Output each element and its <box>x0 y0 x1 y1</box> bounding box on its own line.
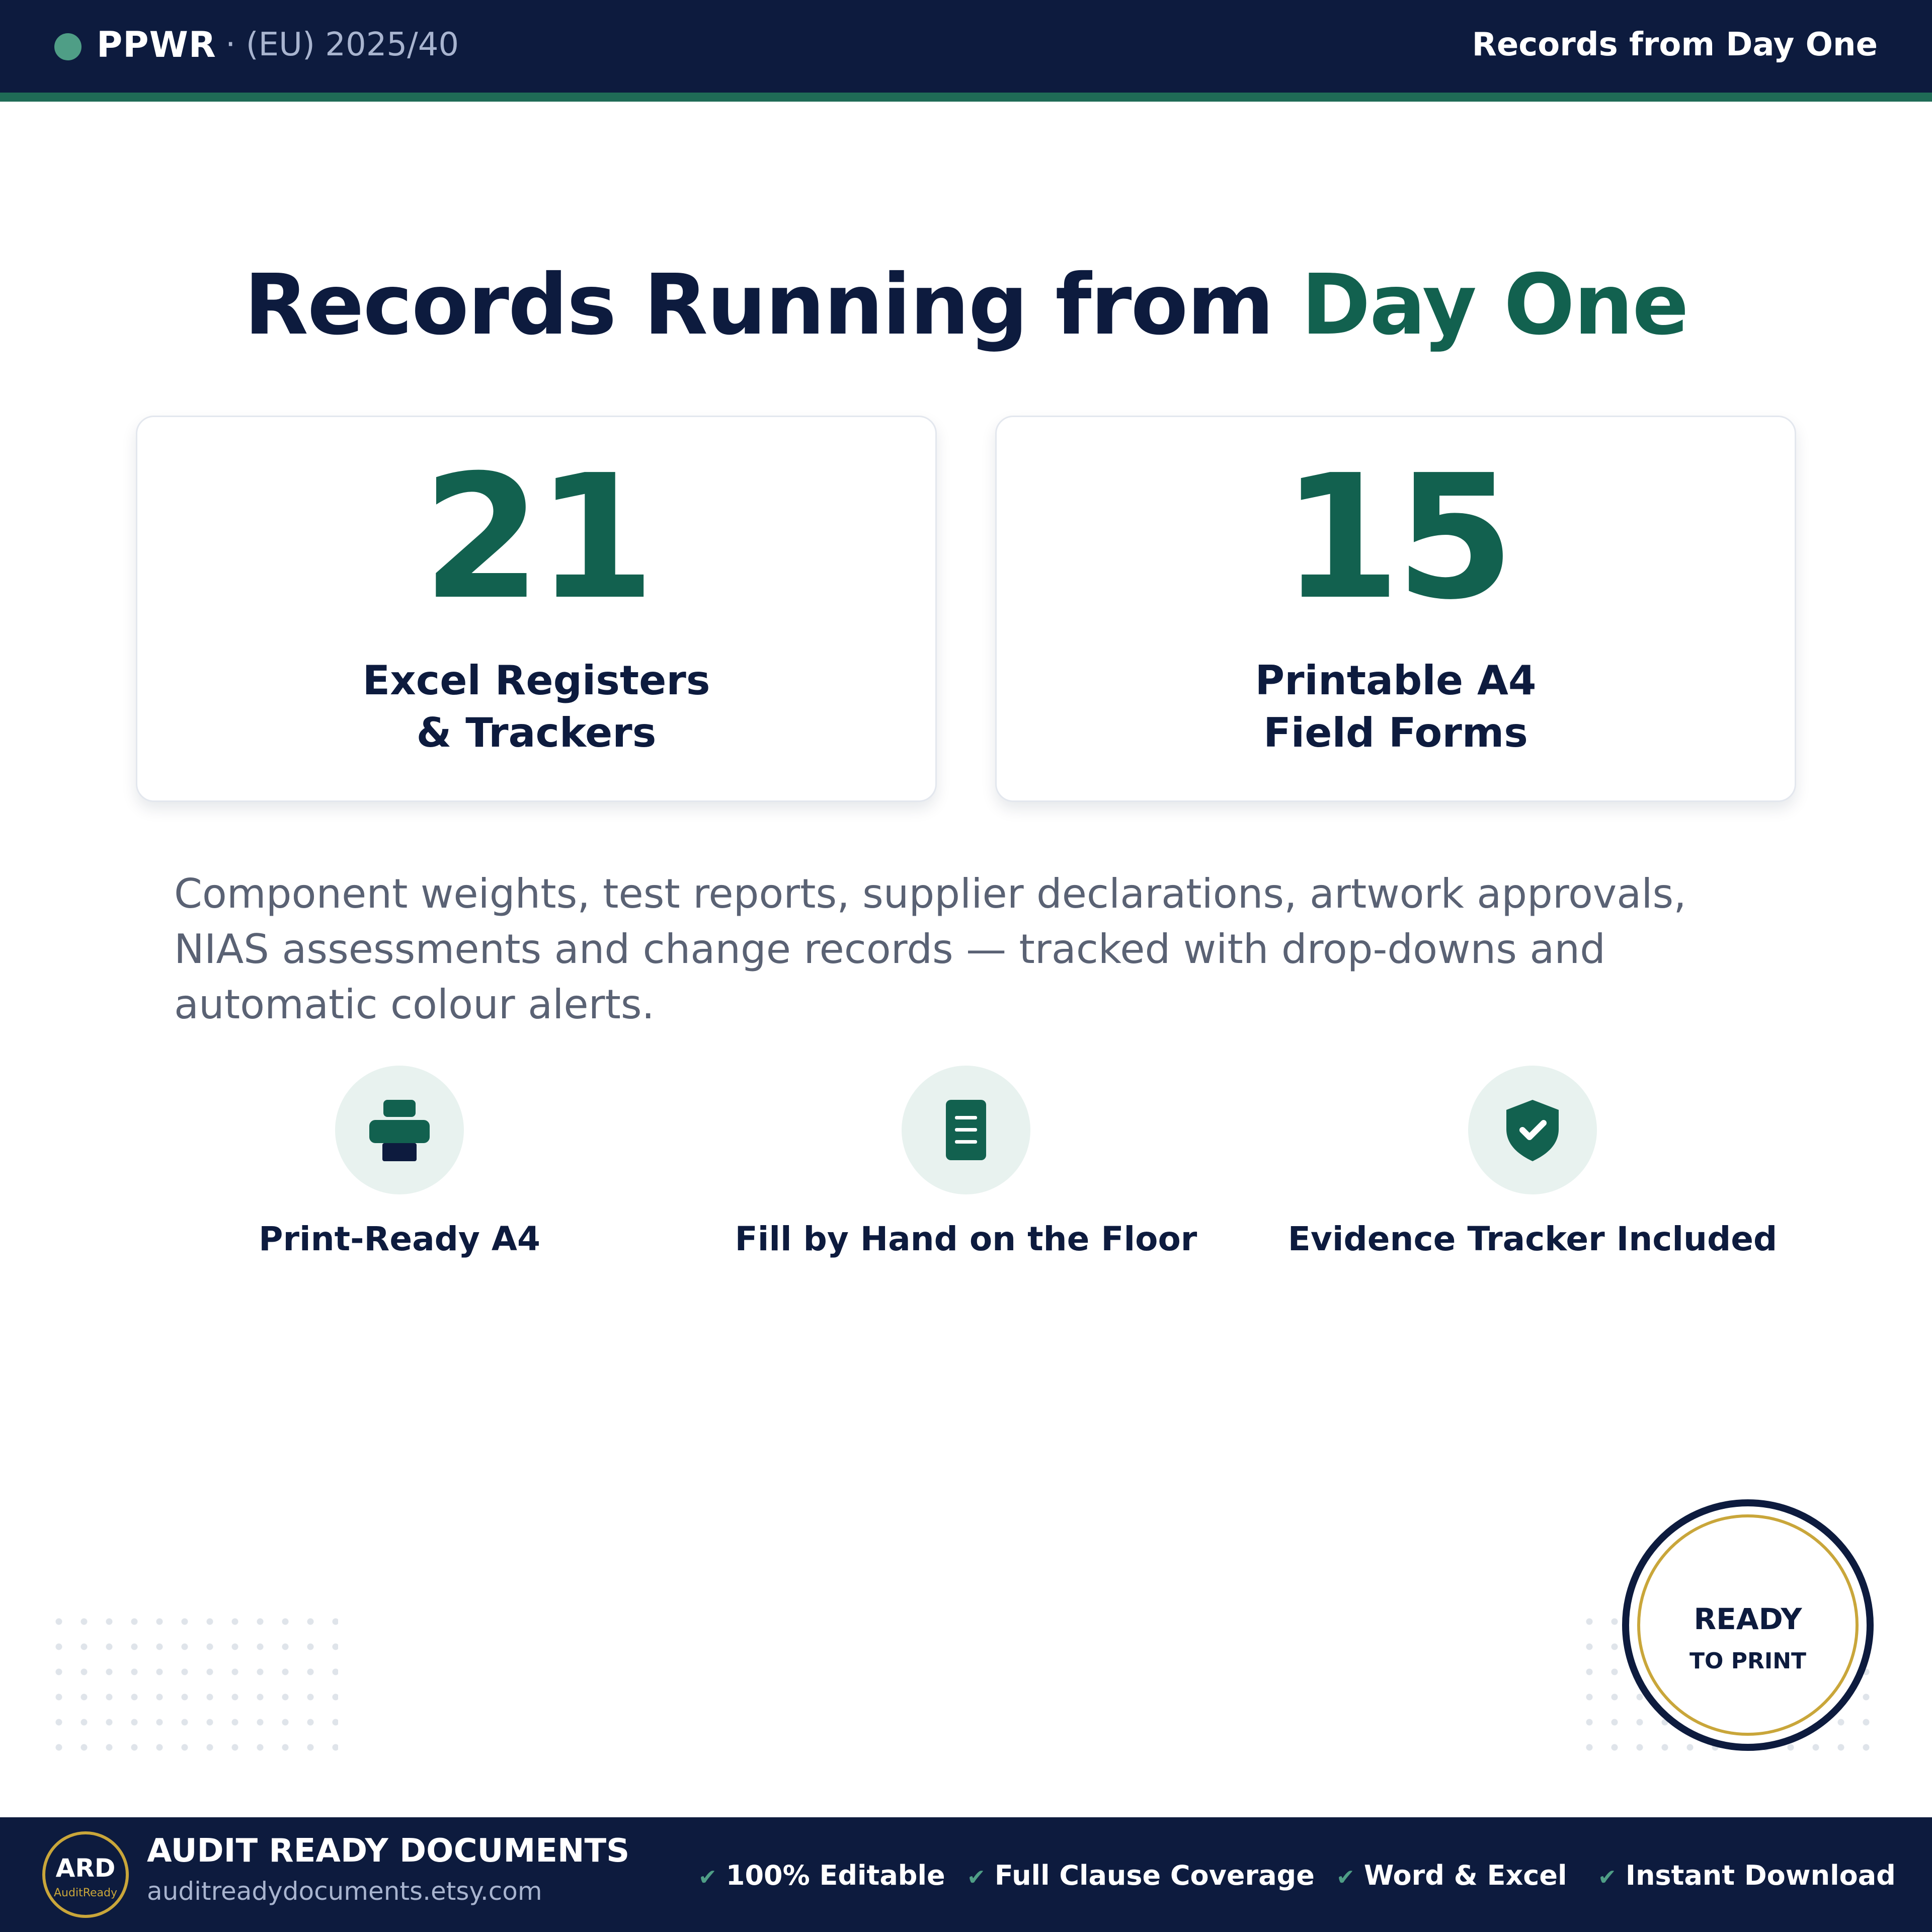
top-header-bar: PPWR · (EU) 2025/40 Records from Day One <box>0 0 1932 93</box>
feature-label: Evidence Tracker Included <box>1287 1220 1778 1258</box>
logo-subtext: AuditReady <box>54 1887 117 1899</box>
description-text: Component weights, test reports, supplie… <box>174 870 1686 1028</box>
page-headline: Records Running from Day One <box>0 257 1932 354</box>
feature-label: Print-Ready A4 <box>259 1220 540 1258</box>
check-icon: ✔ <box>967 1865 986 1890</box>
header-tagline: Records from Day One <box>1472 26 1878 63</box>
logo-initials: ARD <box>55 1854 116 1883</box>
headline-main: Records Running from <box>244 257 1302 354</box>
feature-chip: ✔ Full Clause Coverage <box>967 1860 1315 1891</box>
badge-line1: READY <box>1694 1602 1802 1636</box>
brand-dot <box>54 33 82 60</box>
stat-label: Excel Registers & Trackers <box>137 655 935 759</box>
check-icon: ✔ <box>698 1865 717 1890</box>
stat-label-line1: Printable A4 <box>1255 657 1537 704</box>
printer-icon <box>335 1066 464 1194</box>
chip-label: 100% Editable <box>726 1860 945 1891</box>
shield-check-icon <box>1468 1066 1597 1194</box>
feature-label: Fill by Hand on the Floor <box>735 1220 1197 1258</box>
check-icon: ✔ <box>1336 1865 1355 1890</box>
check-icon: ✔ <box>1598 1865 1617 1890</box>
stat-card-forms: 15 Printable A4 Field Forms <box>995 416 1796 802</box>
stat-label-line1: Excel Registers <box>362 657 710 704</box>
stat-card-registers: 21 Excel Registers & Trackers <box>136 416 937 802</box>
chip-label: Full Clause Coverage <box>994 1860 1315 1891</box>
decorative-dot-grid <box>46 1609 338 1755</box>
company-logo: ARD AuditReady <box>42 1831 129 1918</box>
ready-to-print-badge: READY TO PRINT <box>1622 1499 1874 1751</box>
feature-chip: ✔ 100% Editable <box>698 1860 945 1891</box>
stat-label-line2: & Trackers <box>416 709 657 756</box>
feature-chip: ✔ Word & Excel <box>1336 1860 1567 1891</box>
stat-label: Printable A4 Field Forms <box>997 655 1795 759</box>
regulation-reference: · (EU) 2025/40 <box>225 26 459 63</box>
company-url: auditreadydocuments.etsy.com <box>147 1877 542 1906</box>
document-icon <box>902 1066 1030 1194</box>
stat-number: 15 <box>1281 438 1514 637</box>
feature-chip: ✔ Instant Download <box>1598 1860 1896 1891</box>
brand-name: PPWR <box>97 24 216 65</box>
headline-accent: Day One <box>1301 257 1689 354</box>
stat-label-line2: Field Forms <box>1263 709 1528 756</box>
stat-number: 21 <box>422 438 655 637</box>
chip-label: Word & Excel <box>1363 1860 1567 1891</box>
footer-bar: ARD AuditReady AUDIT READY DOCUMENTS aud… <box>0 1817 1932 1932</box>
badge-line2: TO PRINT <box>1689 1648 1807 1674</box>
company-name: AUDIT READY DOCUMENTS <box>147 1832 630 1870</box>
header-accent-stripe <box>0 93 1932 102</box>
chip-label: Instant Download <box>1625 1860 1896 1891</box>
